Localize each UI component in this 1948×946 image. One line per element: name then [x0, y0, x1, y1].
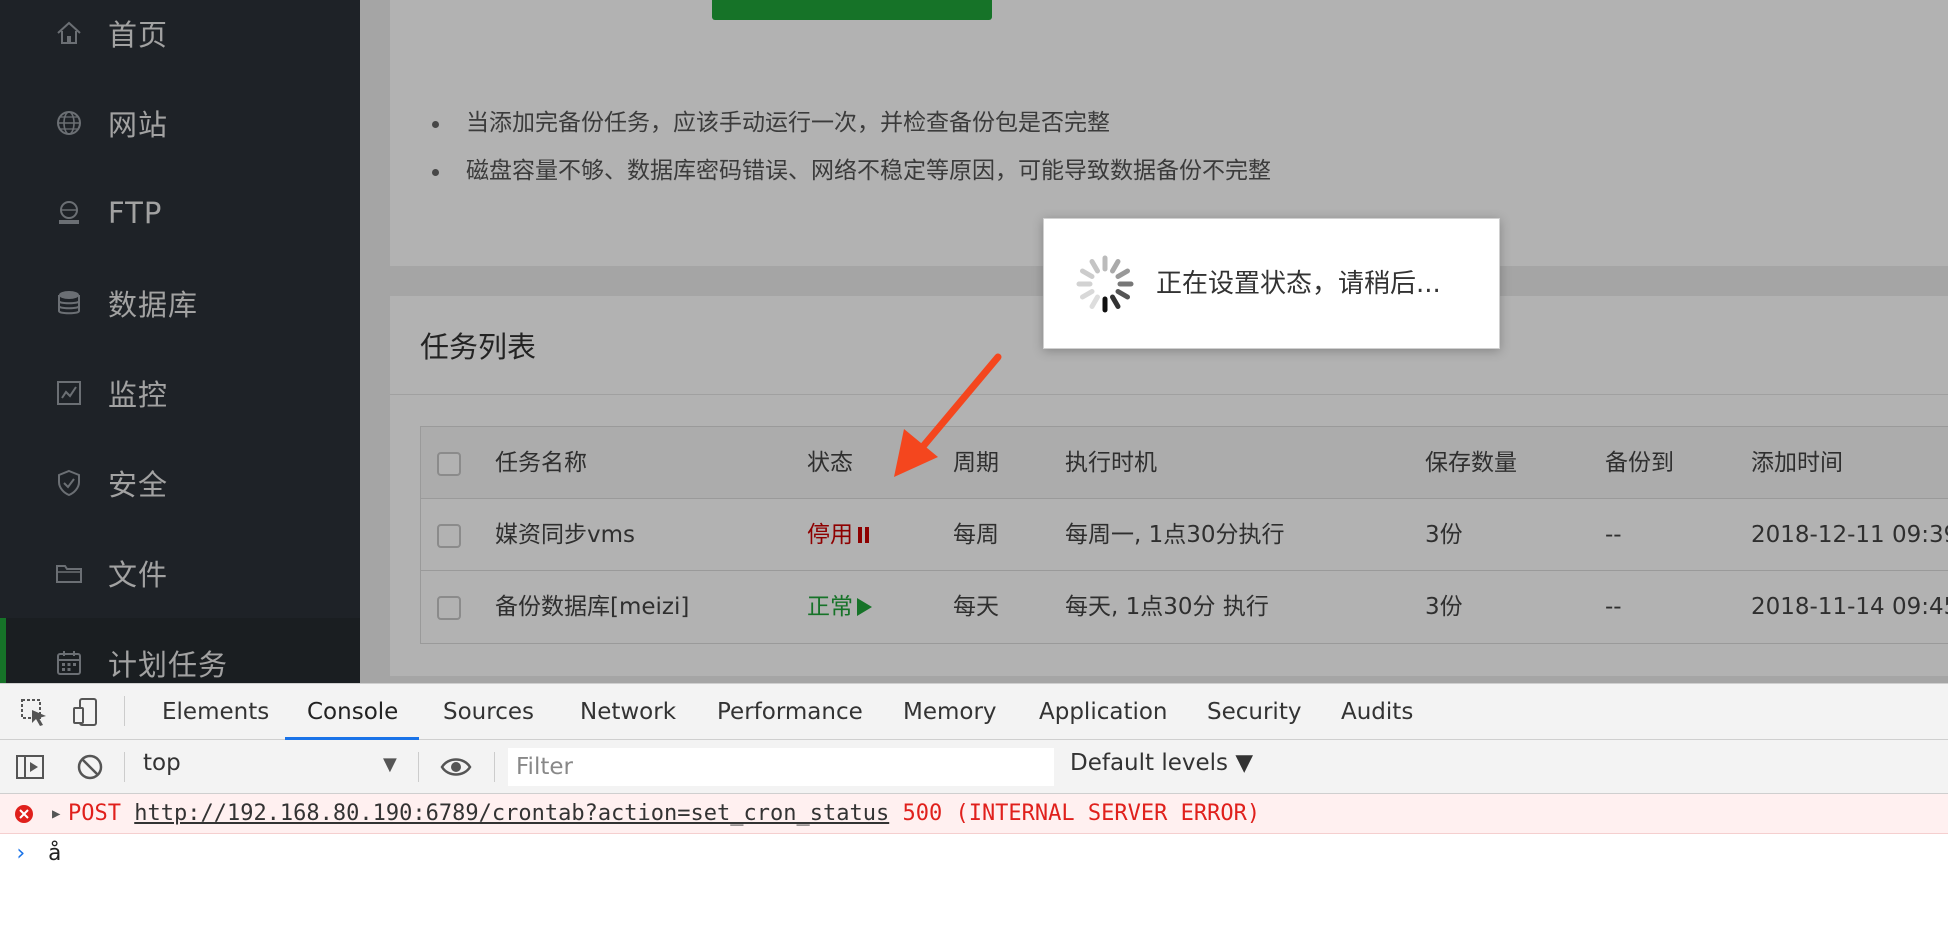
eye-icon[interactable]	[440, 751, 472, 783]
error-method: POST	[68, 801, 121, 826]
device-toolbar-icon[interactable]	[70, 696, 102, 728]
error-text: POST http://192.168.80.190:6789/crontab?…	[68, 794, 1260, 834]
error-status: 500 (INTERNAL SERVER ERROR)	[902, 801, 1261, 826]
tab-console[interactable]: Console	[307, 684, 398, 740]
error-url-link[interactable]: http://192.168.80.190:6789/crontab?actio…	[134, 801, 889, 826]
sidebar-toggle-icon[interactable]	[14, 751, 46, 783]
tab-elements[interactable]: Elements	[162, 684, 269, 740]
tab-audits[interactable]: Audits	[1341, 684, 1413, 740]
tab-network[interactable]: Network	[580, 684, 676, 740]
toolbar-separator	[418, 752, 419, 782]
tab-security[interactable]: Security	[1207, 684, 1301, 740]
toolbar-separator	[124, 696, 125, 726]
expand-triangle-icon[interactable]: ▶	[52, 802, 60, 826]
tab-sources[interactable]: Sources	[443, 684, 534, 740]
context-selector[interactable]: top	[143, 750, 181, 776]
loading-text: 正在设置状态，请稍后...	[1156, 269, 1441, 299]
tab-performance[interactable]: Performance	[717, 684, 863, 740]
console-prompt[interactable]: › å	[0, 836, 1948, 872]
loading-dialog: 正在设置状态，请稍后...	[1043, 218, 1500, 349]
toolbar-separator	[494, 752, 495, 782]
toolbar-separator	[124, 752, 125, 782]
console-filter-input[interactable]	[508, 748, 1054, 786]
page-area: 首页 网站 FTP 数据库 监控 安全 文件 计划任务 当添加完备份任务，应该手…	[0, 0, 1948, 683]
console-error-message: ▶ POST http://192.168.80.190:6789/cronta…	[0, 794, 1948, 834]
error-icon	[15, 805, 33, 823]
inspect-element-icon[interactable]	[18, 696, 50, 728]
devtools-panel: Elements Console Sources Network Perform…	[0, 683, 1948, 946]
log-levels-dropdown[interactable]: Default levels ▼	[1070, 750, 1253, 776]
devtools-tabbar: Elements Console Sources Network Perform…	[0, 684, 1948, 740]
annotation-arrow	[894, 353, 1002, 477]
modal-overlay	[0, 0, 1948, 683]
tab-memory[interactable]: Memory	[903, 684, 997, 740]
console-toolbar: top ▼ Default levels ▼	[0, 740, 1948, 794]
clear-console-icon[interactable]	[74, 751, 106, 783]
console-input-text[interactable]: å	[48, 836, 61, 872]
prompt-chevron-icon: ›	[14, 841, 28, 866]
tab-application[interactable]: Application	[1039, 684, 1168, 740]
spinner-icon	[1076, 255, 1134, 313]
caret-down-icon: ▼	[383, 754, 397, 775]
